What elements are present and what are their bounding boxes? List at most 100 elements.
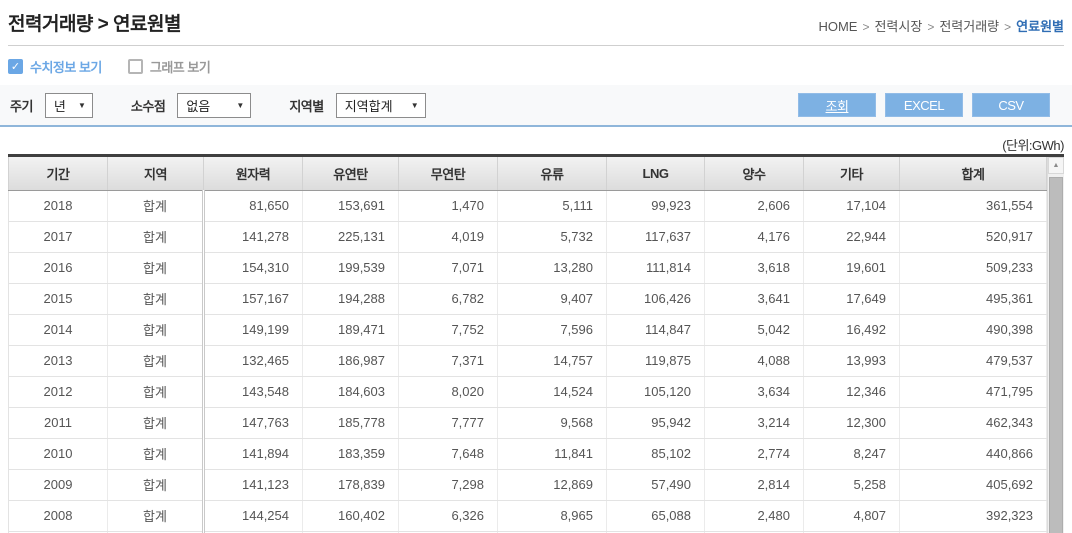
cell-value: 4,088 xyxy=(705,345,804,376)
csv-export-button[interactable]: CSV xyxy=(972,93,1050,117)
cell-period: 2017 xyxy=(9,221,108,252)
cell-value: 2,606 xyxy=(705,190,804,221)
cell-value: 7,596 xyxy=(498,314,607,345)
cell-value: 495,361 xyxy=(900,283,1047,314)
cell-region: 합계 xyxy=(108,469,204,500)
cell-value: 186,987 xyxy=(303,345,399,376)
cell-value: 1,470 xyxy=(399,190,498,221)
table-row: 2014합계149,199189,4717,7527,596114,8475,0… xyxy=(9,314,1047,345)
cell-value: 119,875 xyxy=(607,345,705,376)
top-bar: 전력거래량 > 연료원별 HOME>전력시장>전력거래량>연료원별 xyxy=(8,0,1064,46)
cell-value: 17,649 xyxy=(804,283,900,314)
chevron-down-icon: ▼ xyxy=(78,101,86,110)
region-select[interactable]: 지역합계 ▼ xyxy=(336,93,426,118)
column-header-유류: 유류 xyxy=(498,157,607,190)
cell-value: 490,398 xyxy=(900,314,1047,345)
cell-value: 5,258 xyxy=(804,469,900,500)
breadcrumb-item[interactable]: 전력거래량 xyxy=(939,19,999,34)
breadcrumb: HOME>전력시장>전력거래량>연료원별 xyxy=(818,16,1064,36)
vertical-scrollbar[interactable]: ▲ xyxy=(1047,157,1064,533)
cell-region: 합계 xyxy=(108,283,204,314)
cell-value: 3,618 xyxy=(705,252,804,283)
cell-region: 합계 xyxy=(108,438,204,469)
cell-value: 405,692 xyxy=(900,469,1047,500)
cell-value: 184,603 xyxy=(303,376,399,407)
cell-value: 183,359 xyxy=(303,438,399,469)
cell-region: 합계 xyxy=(108,221,204,252)
cell-value: 6,326 xyxy=(399,500,498,531)
cell-value: 9,407 xyxy=(498,283,607,314)
scrollbar-thumb[interactable] xyxy=(1049,177,1063,533)
table-row: 2009합계141,123178,8397,29812,86957,4902,8… xyxy=(9,469,1047,500)
column-header-원자력: 원자력 xyxy=(204,157,303,190)
cell-value: 2,480 xyxy=(705,500,804,531)
cell-value: 16,492 xyxy=(804,314,900,345)
cell-value: 7,071 xyxy=(399,252,498,283)
scroll-up-icon[interactable]: ▲ xyxy=(1048,157,1064,174)
chevron-down-icon: ▼ xyxy=(236,101,244,110)
cell-region: 합계 xyxy=(108,376,204,407)
cell-value: 5,042 xyxy=(705,314,804,345)
cell-region: 합계 xyxy=(108,500,204,531)
cell-value: 471,795 xyxy=(900,376,1047,407)
graph-view-toggle[interactable]: 그래프 보기 xyxy=(128,57,210,76)
numeric-view-toggle[interactable]: ✓ 수치정보 보기 xyxy=(8,57,102,76)
cell-value: 440,866 xyxy=(900,438,1047,469)
cell-value: 8,965 xyxy=(498,500,607,531)
cell-period: 2018 xyxy=(9,190,108,221)
cell-value: 194,288 xyxy=(303,283,399,314)
breadcrumb-item[interactable]: 전력시장 xyxy=(874,19,922,34)
cell-value: 153,691 xyxy=(303,190,399,221)
cell-value: 3,214 xyxy=(705,407,804,438)
period-select-value: 년 xyxy=(54,96,66,115)
cell-value: 19,601 xyxy=(804,252,900,283)
cell-value: 5,732 xyxy=(498,221,607,252)
cell-value: 14,524 xyxy=(498,376,607,407)
cell-value: 4,019 xyxy=(399,221,498,252)
decimal-label: 소수점 xyxy=(131,96,165,115)
period-select[interactable]: 년 ▼ xyxy=(45,93,93,118)
cell-value: 141,278 xyxy=(204,221,303,252)
table-row: 2017합계141,278225,1314,0195,732117,6374,1… xyxy=(9,221,1047,252)
cell-value: 17,104 xyxy=(804,190,900,221)
column-header-지역: 지역 xyxy=(108,157,204,190)
table-row: 2013합계132,465186,9877,37114,757119,8754,… xyxy=(9,345,1047,376)
view-toggle-row: ✓ 수치정보 보기 그래프 보기 xyxy=(8,58,1064,75)
cell-value: 509,233 xyxy=(900,252,1047,283)
cell-value: 8,247 xyxy=(804,438,900,469)
period-label: 주기 xyxy=(10,96,33,115)
cell-region: 합계 xyxy=(108,407,204,438)
region-label: 지역별 xyxy=(289,96,323,115)
cell-value: 117,637 xyxy=(607,221,705,252)
column-header-기타: 기타 xyxy=(804,157,900,190)
numeric-view-label: 수치정보 보기 xyxy=(30,57,102,76)
column-header-무연탄: 무연탄 xyxy=(399,157,498,190)
cell-value: 157,167 xyxy=(204,283,303,314)
checked-checkbox-icon[interactable]: ✓ xyxy=(8,59,23,74)
decimal-select[interactable]: 없음 ▼ xyxy=(177,93,251,118)
decimal-select-value: 없음 xyxy=(186,96,210,115)
region-select-value: 지역합계 xyxy=(345,96,393,115)
filter-bar: 주기 년 ▼ 소수점 없음 ▼ 지역별 지역합계 ▼ 조회 EXCEL CSV xyxy=(0,85,1072,127)
cell-value: 141,123 xyxy=(204,469,303,500)
breadcrumb-item[interactable]: HOME xyxy=(818,19,857,34)
data-table-wrap: 기간지역원자력유연탄무연탄유류LNG양수기타합계 2018합계81,650153… xyxy=(8,154,1064,533)
cell-value: 4,176 xyxy=(705,221,804,252)
column-header-기간: 기간 xyxy=(9,157,108,190)
excel-export-button[interactable]: EXCEL xyxy=(885,93,963,117)
action-button-group: 조회 EXCEL CSV xyxy=(798,93,1050,117)
cell-value: 12,869 xyxy=(498,469,607,500)
table-row: 2011합계147,763185,7787,7779,56895,9423,21… xyxy=(9,407,1047,438)
search-button[interactable]: 조회 xyxy=(798,93,876,117)
cell-value: 99,923 xyxy=(607,190,705,221)
column-header-양수: 양수 xyxy=(705,157,804,190)
cell-value: 189,471 xyxy=(303,314,399,345)
cell-value: 520,917 xyxy=(900,221,1047,252)
decimal-filter-group: 소수점 없음 ▼ xyxy=(131,93,251,118)
cell-value: 141,894 xyxy=(204,438,303,469)
unchecked-checkbox-icon[interactable] xyxy=(128,59,143,74)
cell-value: 13,280 xyxy=(498,252,607,283)
cell-value: 132,465 xyxy=(204,345,303,376)
cell-value: 199,539 xyxy=(303,252,399,283)
graph-view-label: 그래프 보기 xyxy=(150,57,210,76)
